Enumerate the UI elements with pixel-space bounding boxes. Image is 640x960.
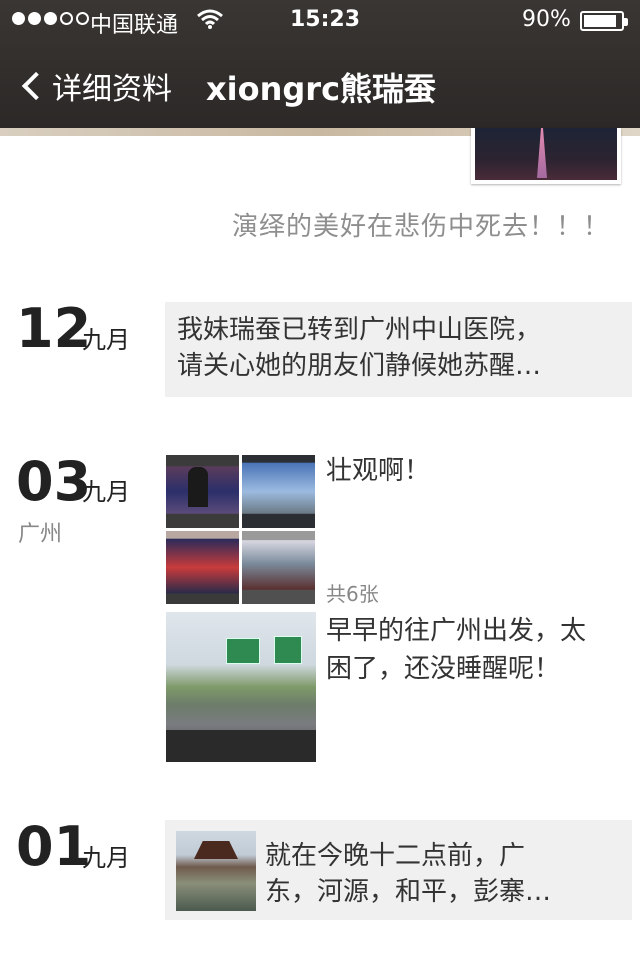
post-date-day: 12: [16, 297, 92, 360]
signal-strength-icon: [12, 12, 89, 25]
photo-thumbnail[interactable]: [166, 612, 316, 762]
post-date-day: 01: [16, 815, 92, 878]
battery-icon: [580, 11, 628, 31]
person-silhouette: [188, 467, 208, 507]
car-dashboard: [166, 730, 316, 762]
chevron-left-icon: [21, 71, 51, 101]
post-date-month: 九月: [82, 326, 130, 354]
signal-dot: [12, 12, 25, 25]
post-text-line: 就在今晚十二点前，广: [265, 841, 526, 871]
battery-fill: [584, 15, 616, 27]
pagoda-roof: [194, 841, 238, 859]
post-text[interactable]: 早早的往广州出发，太 困了，还没睡醒呢！: [326, 612, 586, 688]
photo-thumbnail[interactable]: [242, 531, 315, 604]
photo-thumbnail[interactable]: [242, 455, 315, 528]
profile-photo-image: [475, 128, 617, 180]
post-text[interactable]: 壮观啊！: [326, 452, 430, 490]
signal-dot: [60, 12, 73, 25]
post-text-line: 早早的往广州出发，太: [326, 616, 587, 646]
carrier-name: 中国联通: [90, 13, 179, 38]
link-post-card[interactable]: 就在今晚十二点前，广 东，河源，和平，彭寨…: [165, 820, 632, 920]
back-button[interactable]: 详细资料: [18, 64, 172, 108]
post-text-line: 东，河源，和平，彭寨…: [265, 877, 552, 907]
tower-shape: [537, 128, 547, 178]
wifi-icon: [196, 8, 224, 36]
profile-photo[interactable]: [471, 128, 621, 184]
post-thumbnail: [176, 831, 256, 911]
road-sign: [226, 638, 260, 664]
post-location: 广州: [18, 522, 63, 547]
photo-thumbnail[interactable]: [166, 531, 239, 604]
back-label: 详细资料: [52, 72, 172, 107]
post-text-line: 我妹瑞蚕已转到广州中山医院，: [177, 315, 542, 345]
clock: 15:23: [290, 7, 361, 32]
signal-dot: [76, 12, 89, 25]
header: 中国联通 15:23 90% 详细资料 xiongrc熊瑞蚕: [0, 0, 640, 128]
post-date-month: 九月: [82, 478, 130, 506]
status-bar: 中国联通 15:23 90%: [0, 0, 640, 40]
road-sign: [274, 636, 302, 664]
navigation-bar: 详细资料 xiongrc熊瑞蚕: [0, 52, 640, 116]
post-text-line: 请关心她的朋友们静候她苏醒…: [177, 351, 542, 381]
post-text-line: 困了，还没睡醒呢！: [326, 654, 561, 684]
battery-percent: 90%: [522, 7, 571, 32]
page-title: xiongrc熊瑞蚕: [206, 70, 437, 108]
signal-dot: [44, 12, 57, 25]
post-date-day: 03: [16, 450, 92, 513]
battery-tip: [624, 18, 628, 26]
photo-count-label: 共6张: [326, 582, 379, 606]
photo-thumbnail[interactable]: [166, 455, 239, 528]
post-date-month: 九月: [82, 844, 130, 872]
text-post-card[interactable]: 我妹瑞蚕已转到广州中山医院， 请关心她的朋友们静候她苏醒…: [165, 302, 632, 397]
signal-dot: [28, 12, 41, 25]
profile-signature: 演绎的美好在悲伤中死去！！！: [231, 212, 610, 242]
